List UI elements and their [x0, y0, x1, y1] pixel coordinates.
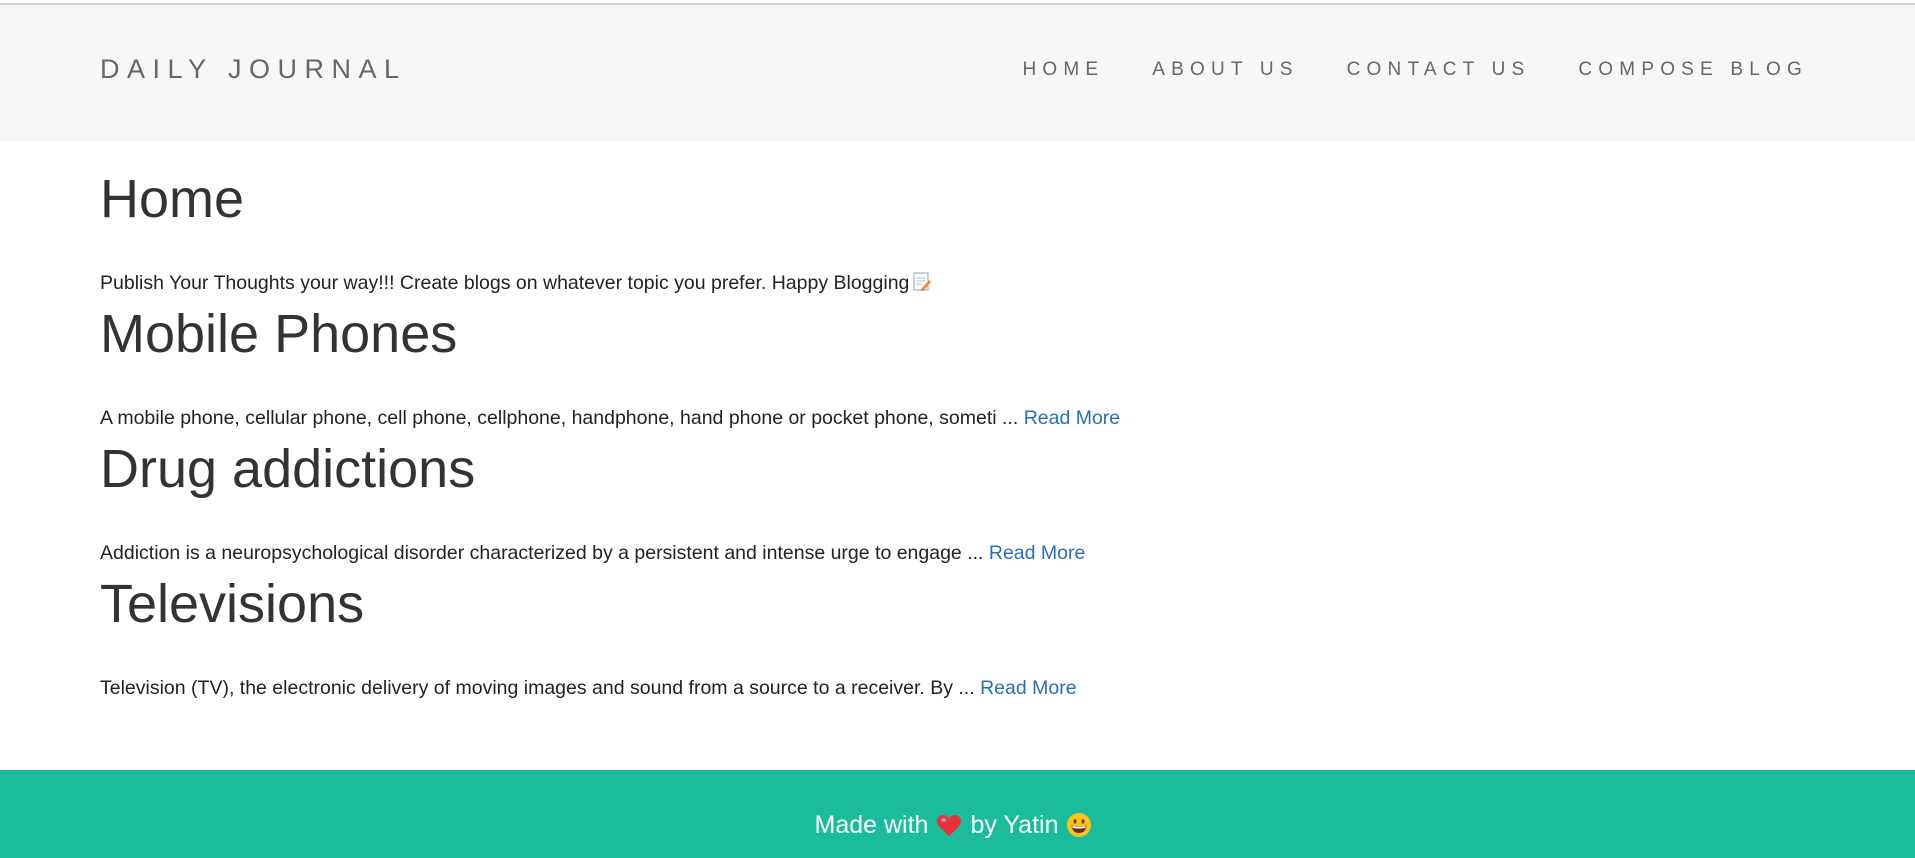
- nav-item-home: HOME: [1022, 57, 1104, 83]
- heart-icon: [937, 815, 962, 836]
- brand-logo[interactable]: DAILY JOURNAL: [100, 53, 407, 85]
- post-card: Televisions Television (TV), the electro…: [100, 573, 1815, 699]
- footer: Made with by Yatin: [0, 770, 1915, 858]
- nav-item-compose: COMPOSE BLOG: [1578, 57, 1808, 83]
- post-card: Mobile Phones A mobile phone, cellular p…: [100, 303, 1815, 429]
- nav-link-about-us[interactable]: ABOUT US: [1152, 59, 1298, 80]
- post-excerpt: Television (TV), the electronic delivery…: [100, 675, 1077, 701]
- footer-credit: Made with by Yatin: [0, 810, 1915, 840]
- post-excerpt-text: A mobile phone, cellular phone, cell pho…: [100, 407, 1019, 429]
- navbar: DAILY JOURNAL HOME ABOUT US CONTACT US C…: [0, 5, 1915, 141]
- nav-menu: HOME ABOUT US CONTACT US COMPOSE BLOG: [1022, 57, 1808, 83]
- home-intro-text: Publish Your Thoughts your way!!! Create…: [100, 272, 910, 294]
- post-title: Drug addictions: [100, 439, 476, 499]
- home-section: Home Publish Your Thoughts your way!!! C…: [100, 168, 1815, 294]
- nav-link-home[interactable]: HOME: [1022, 59, 1104, 80]
- nav-item-about: ABOUT US: [1152, 57, 1298, 83]
- nav-link-compose-blog[interactable]: COMPOSE BLOG: [1578, 59, 1808, 80]
- read-more-link[interactable]: Read More: [980, 677, 1076, 699]
- grinning-face-icon: [1067, 813, 1092, 837]
- post-card: Drug addictions Addiction is a neuropsyc…: [100, 438, 1815, 564]
- nav-link-contact-us[interactable]: CONTACT US: [1347, 59, 1531, 80]
- page-title: Home: [100, 169, 245, 229]
- post-title: Mobile Phones: [100, 304, 458, 364]
- home-intro: Publish Your Thoughts your way!!! Create…: [100, 270, 932, 296]
- post-excerpt: A mobile phone, cellular phone, cell pho…: [100, 405, 1120, 431]
- nav-item-contact: CONTACT US: [1347, 57, 1531, 83]
- read-more-link[interactable]: Read More: [1024, 407, 1120, 429]
- post-excerpt-text: Television (TV), the electronic delivery…: [100, 677, 975, 699]
- footer-made-with: Made with: [814, 811, 929, 839]
- post-excerpt-text: Addiction is a neuropsychological disord…: [100, 542, 984, 564]
- post-title: Televisions: [100, 574, 365, 634]
- footer-author: by Yatin: [970, 811, 1059, 839]
- memo-icon: [913, 272, 932, 291]
- read-more-link[interactable]: Read More: [989, 542, 1085, 564]
- post-excerpt: Addiction is a neuropsychological disord…: [100, 540, 1085, 566]
